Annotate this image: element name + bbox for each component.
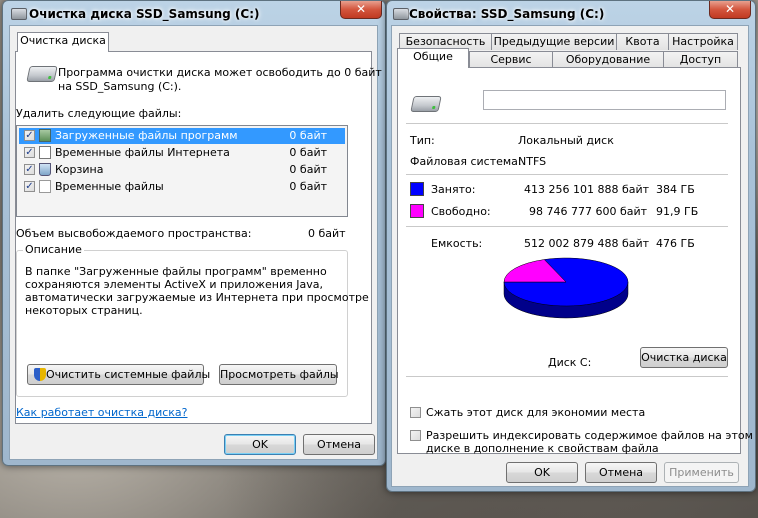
clean-system-files-button[interactable]: Очистить системные файлы	[27, 364, 210, 385]
divider	[406, 226, 728, 227]
delete-files-label: Удалить следующие файлы:	[16, 107, 182, 120]
cancel-button[interactable]: Отмена	[303, 434, 375, 455]
window-title: Свойства: SSD_Samsung (C:)	[409, 7, 605, 21]
free-label: Свободно:	[431, 205, 491, 218]
free-space-swatch	[410, 204, 424, 218]
help-link[interactable]: Как работает очистка диска?	[16, 406, 188, 419]
close-button[interactable]: ✕	[340, 1, 382, 19]
filesystem-label: Файловая система:	[410, 155, 522, 168]
tab-sharing[interactable]: Доступ	[663, 51, 738, 68]
index-label-line-1: Разрешить индексировать содержимое файло…	[426, 429, 753, 442]
capacity-label: Емкость:	[431, 237, 483, 250]
description-line: некоторых страниц.	[25, 304, 143, 317]
tab-disk-cleanup[interactable]: Очистка диска	[17, 32, 109, 52]
general-tab-panel: Тип: Локальный диск Файловая система: NT…	[397, 67, 753, 455]
used-space-swatch	[410, 182, 424, 196]
file-size: 0 байт	[289, 163, 327, 176]
description-line: автоматически загружаемые из Интернета п…	[25, 291, 369, 304]
tab-customize[interactable]: Настройка	[668, 33, 738, 50]
file-name: Временные файлы Интернета	[55, 146, 230, 159]
tab-general[interactable]: Общие	[397, 48, 469, 68]
used-label: Занято:	[431, 183, 476, 196]
list-item[interactable]: ✓ Временные файлы 0 байт	[19, 179, 345, 195]
cancel-button[interactable]: Отмена	[585, 462, 657, 483]
description-line: сохраняются элементы ActiveX и приложени…	[25, 278, 323, 291]
file-name: Загруженные файлы программ	[55, 129, 238, 142]
list-item[interactable]: ✓ Временные файлы Интернета 0 байт	[19, 145, 345, 161]
cleanup-client-area: Очистка диска Программа очистки диска мо…	[9, 25, 382, 460]
apply-button[interactable]: Применить	[664, 462, 739, 483]
capacity-bytes: 512 002 879 488 байт	[524, 237, 650, 250]
intro-line-1: Программа очистки диска может освободить…	[58, 66, 382, 79]
list-item[interactable]: ✓ Корзина 0 байт	[19, 162, 345, 178]
view-files-button[interactable]: Просмотреть файлы	[219, 364, 339, 385]
tab-previous-versions[interactable]: Предыдущие версии	[491, 33, 617, 50]
checkbox[interactable]: ✓	[24, 181, 35, 192]
tab-hardware[interactable]: Оборудование	[552, 51, 664, 68]
window-drive-icon	[393, 8, 409, 20]
properties-window: Свойства: SSD_Samsung (C:) ✕ Безопасност…	[386, 0, 756, 492]
window-drive-icon	[11, 8, 27, 20]
type-label: Тип:	[410, 134, 435, 147]
compress-checkbox[interactable]	[410, 407, 421, 418]
file-size: 0 байт	[289, 129, 327, 142]
downloaded-programs-icon	[39, 129, 51, 142]
capacity-gb: 476 ГБ	[656, 237, 695, 250]
checkbox[interactable]: ✓	[24, 130, 35, 141]
index-label-line-2: диске в дополнение к свойствам файла	[426, 442, 659, 455]
divider	[406, 123, 728, 124]
divider	[406, 174, 728, 175]
shield-icon	[34, 368, 46, 381]
free-bytes: 98 746 777 600 байт	[529, 205, 648, 218]
checkbox[interactable]: ✓	[24, 147, 35, 158]
list-item[interactable]: ✓ Загруженные файлы программ 0 байт	[19, 128, 345, 144]
close-button[interactable]: ✕	[709, 1, 751, 19]
description-line: В папке "Загруженные файлы программ" вре…	[25, 265, 327, 278]
cleanup-tab-panel: Программа очистки диска может освободить…	[15, 51, 382, 424]
checkbox[interactable]: ✓	[24, 164, 35, 175]
volume-name-input[interactable]	[483, 90, 726, 110]
disk-cleanup-window: Очистка диска SSD_Samsung (C:) ✕ Очистка…	[2, 0, 386, 466]
type-value: Локальный диск	[518, 134, 614, 147]
freed-space-label: Объем высвобождаемого пространства:	[16, 227, 252, 240]
tab-quota[interactable]: Квота	[616, 33, 669, 50]
properties-client-area: Безопасность Предыдущие версии Квота Нас…	[391, 25, 753, 487]
file-size: 0 байт	[289, 180, 327, 193]
blank-file-icon	[39, 180, 51, 193]
drive-icon	[26, 66, 58, 82]
freed-space-value: 0 байт	[308, 227, 346, 240]
description-group: Описание В папке "Загруженные файлы прог…	[16, 243, 369, 397]
clean-system-files-label: Очистить системные файлы	[46, 368, 211, 381]
compress-label: Сжать этот диск для экономии места	[426, 406, 646, 419]
tab-tools[interactable]: Сервис	[469, 51, 553, 68]
disk-label: Диск C:	[548, 356, 592, 369]
divider	[406, 376, 728, 377]
file-size: 0 байт	[289, 146, 327, 159]
drive-icon	[410, 96, 442, 112]
ok-button[interactable]: OK	[506, 462, 578, 483]
disk-usage-pie	[503, 257, 629, 319]
recycle-bin-icon	[39, 163, 51, 176]
used-gb: 384 ГБ	[656, 183, 695, 196]
window-title: Очистка диска SSD_Samsung (C:)	[29, 7, 260, 21]
ok-button[interactable]: OK	[224, 434, 296, 455]
free-gb: 91,9 ГБ	[656, 205, 699, 218]
file-name: Временные файлы	[55, 180, 164, 193]
intro-line-2: на SSD_Samsung (C:).	[58, 80, 182, 93]
file-name: Корзина	[55, 163, 104, 176]
description-title: Описание	[23, 243, 84, 256]
used-bytes: 413 256 101 888 байт	[524, 183, 650, 196]
files-list[interactable]: ✓ Загруженные файлы программ 0 байт ✓ Вр…	[16, 125, 348, 217]
index-checkbox[interactable]	[410, 430, 421, 441]
document-icon	[39, 146, 51, 159]
filesystem-value: NTFS	[518, 155, 547, 168]
disk-cleanup-button[interactable]: Очистка диска	[640, 347, 728, 368]
